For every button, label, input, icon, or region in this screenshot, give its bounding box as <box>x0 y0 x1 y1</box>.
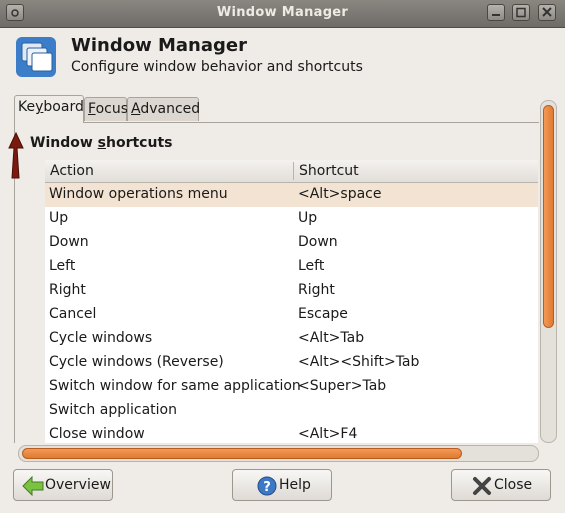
table-row[interactable]: Switch application <box>45 399 538 423</box>
action-cell: Down <box>49 234 89 250</box>
table-row[interactable]: Cycle windows (Reverse) <Alt><Shift>Tab <box>45 351 538 375</box>
shortcut-cell: Up <box>298 210 318 226</box>
vertical-scroll-thumb[interactable] <box>543 105 554 328</box>
horizontal-scroll-thumb[interactable] <box>22 448 462 459</box>
action-cell: Left <box>49 258 76 274</box>
overview-label: Overview <box>45 477 111 493</box>
shortcut-cell: <Alt>space <box>298 186 382 202</box>
section-title-pre: Window <box>30 135 98 151</box>
table-row[interactable]: Switch window for same application <Super… <box>45 375 538 399</box>
overview-button[interactable]: Overview <box>13 469 113 501</box>
help-button[interactable]: ? Help <box>232 469 332 501</box>
column-header-action[interactable]: Action <box>50 163 94 179</box>
svg-text:?: ? <box>263 480 271 495</box>
action-cell: Cancel <box>49 306 97 322</box>
close-x-icon <box>473 477 491 495</box>
window-manager-icon <box>16 37 56 77</box>
action-cell: Cycle windows <box>49 330 153 346</box>
close-icon <box>542 7 552 17</box>
section-title-accel: s <box>97 135 106 151</box>
tab-advanced[interactable]: Advanced <box>127 97 200 121</box>
title-bar: Window Manager <box>0 0 565 28</box>
action-cell: Switch window for same application <box>49 378 301 394</box>
maximize-button[interactable] <box>512 4 530 21</box>
action-cell: Right <box>49 282 86 298</box>
table-row[interactable]: Cycle windows <Alt>Tab <box>45 327 538 351</box>
action-cell: Window operations menu <box>49 186 228 202</box>
action-cell: Switch application <box>49 402 177 418</box>
table-row[interactable]: Close window <Alt>F4 <box>45 423 538 443</box>
shortcut-cell: Left <box>298 258 325 274</box>
table-row[interactable]: Cancel Escape <box>45 303 538 327</box>
column-separator[interactable] <box>293 162 294 180</box>
table-row[interactable]: Right Right <box>45 279 538 303</box>
back-arrow-icon <box>22 476 44 496</box>
shortcut-cell: Down <box>298 234 338 250</box>
shortcut-cell: <Alt><Shift>Tab <box>298 354 420 370</box>
help-icon: ? <box>257 476 277 496</box>
action-cell: Up <box>49 210 69 226</box>
table-row[interactable]: Window operations menu <Alt>space <box>45 183 538 207</box>
window-title: Window Manager <box>216 5 349 20</box>
tab-advanced-accel: A <box>131 101 141 117</box>
mouse-cursor-icon <box>8 132 24 179</box>
help-label: Help <box>279 477 311 493</box>
tab-keyboard[interactable]: Keyboard <box>14 95 84 123</box>
header-title: Window Manager <box>71 35 247 56</box>
close-window-button[interactable] <box>538 4 556 21</box>
shortcut-cell: Escape <box>298 306 348 322</box>
close-label: Close <box>494 477 533 493</box>
maximize-icon <box>516 7 526 18</box>
shortcut-cell: Right <box>298 282 335 298</box>
table-row[interactable]: Down Down <box>45 231 538 255</box>
table-row[interactable]: Left Left <box>45 255 538 279</box>
shortcut-cell: <Alt>Tab <box>298 330 365 346</box>
table-row[interactable]: Up Up <box>45 207 538 231</box>
section-title-post: hortcuts <box>106 135 173 151</box>
column-header-shortcut[interactable]: Shortcut <box>299 163 359 179</box>
shortcut-cell: <Super>Tab <box>298 378 387 394</box>
minimize-icon <box>492 14 500 16</box>
shortcut-cell: <Alt>F4 <box>298 426 358 442</box>
tab-focus-accel: F <box>88 101 96 117</box>
tab-keyboard-accel: y <box>35 99 44 115</box>
header-subtitle: Configure window behavior and shortcuts <box>71 59 363 75</box>
horizontal-scrollbar[interactable] <box>18 445 539 462</box>
tab-focus[interactable]: Focus <box>84 97 128 121</box>
minimize-button[interactable] <box>487 4 505 21</box>
table-header: Action Shortcut <box>45 160 538 183</box>
action-cell: Cycle windows (Reverse) <box>49 354 224 370</box>
section-title: Window shortcuts <box>30 135 172 151</box>
action-cell: Close window <box>49 426 145 442</box>
close-button[interactable]: Close <box>451 469 551 501</box>
shortcuts-table[interactable]: Action Shortcut Window operations menu <A… <box>45 160 538 443</box>
vertical-scrollbar[interactable] <box>540 100 557 443</box>
